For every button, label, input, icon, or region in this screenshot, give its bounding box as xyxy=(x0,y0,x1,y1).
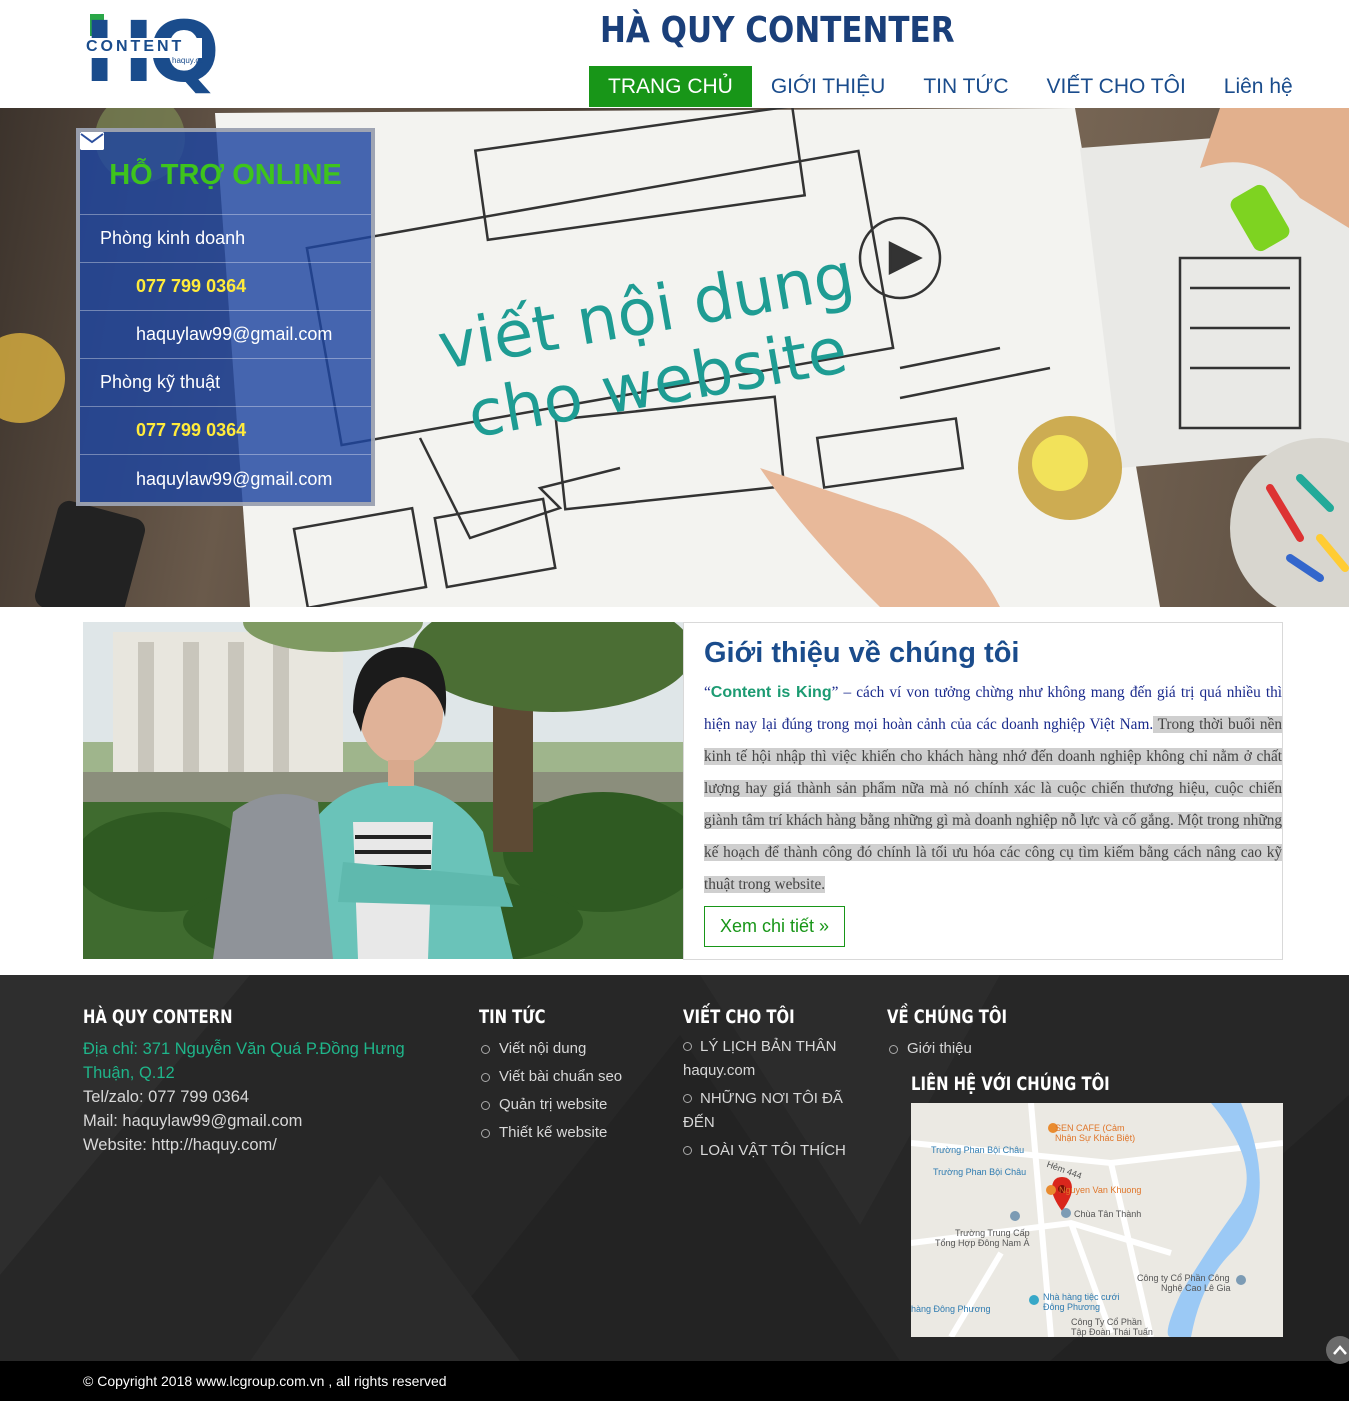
support-email-text: haquylaw99@gmail.com xyxy=(136,324,333,344)
map-label: Trường Phan Bội Châu xyxy=(933,1167,1027,1177)
map-label: Đông Phương xyxy=(1043,1302,1100,1312)
map-label: Chùa Tân Thành xyxy=(1074,1209,1142,1219)
support-phone-tech[interactable]: 077 799 0364 xyxy=(80,134,371,455)
footer-mail: Mail: haquylaw99@gmail.com xyxy=(83,1112,303,1130)
copyright-text: © Copyright 2018 www.lcgroup.com.vn , al… xyxy=(83,1373,447,1389)
support-department-sales: Phòng kinh doanh xyxy=(80,215,371,263)
footer-link[interactable]: LÝ LỊCH BẢN THÂN haquy.com xyxy=(683,1035,863,1083)
bullet-icon xyxy=(683,1094,692,1103)
support-email-tech[interactable]: haquylaw99@gmail.com xyxy=(80,132,371,503)
intro-text: “Content is King” – cách ví von tưởng ch… xyxy=(704,677,1283,901)
footer-write-list: LÝ LỊCH BẢN THÂN haquy.com NHỮNG NƠI TÔI… xyxy=(683,1035,863,1167)
footer-address: Địa chỉ: 371 Nguyễn Văn Quá P.Đồng Hưng … xyxy=(83,1040,405,1082)
support-phone-text: 077 799 0364 xyxy=(136,420,247,440)
read-more-button[interactable]: Xem chi tiết » xyxy=(704,906,845,947)
footer-link-label: Viết bài chuẩn seo xyxy=(499,1068,623,1085)
nav-item-home[interactable]: TRANG CHỦ xyxy=(589,66,752,107)
support-department-tech: Phòng kỹ thuật xyxy=(80,359,371,407)
site-title: HÀ QUY CONTENTER xyxy=(600,10,955,51)
bullet-icon xyxy=(481,1073,490,1082)
support-email-sales[interactable]: haquylaw99@gmail.com xyxy=(80,132,371,359)
bullet-icon xyxy=(481,1045,490,1054)
bullet-icon xyxy=(683,1146,692,1155)
map-label: Tổng Hợp Đông Nam Á xyxy=(935,1238,1030,1248)
intro-card: Giới thiệu về chúng tôi “Content is King… xyxy=(683,622,1283,960)
bullet-icon xyxy=(481,1129,490,1138)
main-nav: TRANG CHỦ GIỚI THIỆU TIN TỨC VIẾT CHO TÔ… xyxy=(589,66,1312,107)
footer-link[interactable]: LOÀI VẬT TÔI THÍCH xyxy=(683,1139,863,1163)
site-footer: HÀ QUY CONTERN Địa chỉ: 371 Nguyễn Văn Q… xyxy=(0,975,1349,1361)
map-label: Nghệ Cao Lê Gia xyxy=(1161,1283,1231,1293)
footer-link[interactable]: Quản trị website xyxy=(479,1091,622,1119)
quote-open: “ xyxy=(704,684,711,701)
footer-heading-brand: HÀ QUY CONTERN xyxy=(83,1006,233,1028)
support-title: HỖ TRỢ ONLINE xyxy=(80,132,371,215)
footer-link[interactable]: NHỮNG NƠI TÔI ĐÃ ĐẾN xyxy=(683,1087,863,1135)
footer-link[interactable]: Viết bài chuẩn seo xyxy=(479,1063,622,1091)
bullet-icon xyxy=(889,1045,898,1054)
footer-link-label: LÝ LỊCH BẢN THÂN haquy.com xyxy=(683,1038,837,1079)
footer-heading-contact: LIÊN HỆ VỚI CHÚNG TÔI xyxy=(911,1073,1110,1095)
footer-link-label: Quản trị website xyxy=(499,1096,608,1113)
bullet-icon xyxy=(683,1042,692,1051)
hero-banner: viết nội dung cho website HỖ TRỢ ONLINE … xyxy=(0,108,1349,607)
location-map[interactable]: SEN CAFE (Cảm Nhận Sự Khác Biệt) Trường … xyxy=(911,1103,1283,1337)
map-label: Nguyen Van Khuong xyxy=(1059,1185,1142,1195)
footer-link[interactable]: Viết nội dung xyxy=(479,1035,622,1063)
support-email-text: haquylaw99@gmail.com xyxy=(136,468,333,489)
footer-heading-news: TIN TỨC xyxy=(479,1006,546,1028)
footer-heading-about: VỀ CHÚNG TÔI xyxy=(887,1006,1008,1028)
map-label: Nhà hàng tiệc cưới xyxy=(1043,1292,1120,1302)
logo-word: CONTENT xyxy=(86,38,185,55)
intro-title: Giới thiệu về chúng tôi xyxy=(704,637,1020,669)
footer-tel: Tel/zalo: 077 799 0364 xyxy=(83,1088,250,1106)
intro-text-highlight: Trong thời buổi nền kinh tế hội nhập thì… xyxy=(704,716,1283,893)
scroll-to-top-button[interactable] xyxy=(1326,1336,1349,1364)
footer-link-label: NHỮNG NƠI TÔI ĐÃ ĐẾN xyxy=(683,1090,843,1131)
support-phone-sales[interactable]: 077 799 0364 xyxy=(80,134,371,311)
nav-item-news[interactable]: TIN TỨC xyxy=(904,66,1027,107)
support-phone-text: 077 799 0364 xyxy=(136,276,247,296)
footer-about-list: Giới thiệu xyxy=(887,1035,972,1063)
map-label: hàng Đông Phương xyxy=(911,1304,991,1314)
map-label: Công ty Cổ Phần Công xyxy=(1137,1273,1230,1283)
map-label: Trường Trung Cấp xyxy=(955,1228,1030,1238)
map-label: SEN CAFE (Cảm xyxy=(1055,1123,1125,1133)
map-label: Tập Đoàn Thái Tuấn xyxy=(1071,1327,1153,1337)
chevron-up-icon xyxy=(1333,1345,1347,1355)
footer-link-label: LOÀI VẬT TÔI THÍCH xyxy=(700,1142,846,1159)
footer-news-list: Viết nội dung Viết bài chuẩn seo Quản tr… xyxy=(479,1035,622,1147)
online-support-panel: HỖ TRỢ ONLINE Phòng kinh doanh 077 799 0… xyxy=(76,128,375,506)
footer-link[interactable]: Giới thiệu xyxy=(887,1035,972,1063)
intro-king: Content is King xyxy=(710,684,832,701)
site-header: HQ CONTENT haquy.com HÀ QUY CONTENTER TR… xyxy=(0,0,1349,108)
logo-sub: haquy.com xyxy=(172,56,211,65)
footer-link[interactable]: Thiết kế website xyxy=(479,1119,622,1147)
nav-item-about[interactable]: GIỚI THIỆU xyxy=(752,66,904,107)
nav-item-contact[interactable]: Liên hệ xyxy=(1205,66,1312,107)
nav-item-write-for-me[interactable]: VIẾT CHO TÔI xyxy=(1028,66,1205,107)
footer-heading-write: VIẾT CHO TÔI xyxy=(683,1006,795,1028)
footer-link-label: Thiết kế website xyxy=(499,1124,608,1141)
footer-link-label: Viết nội dung xyxy=(499,1040,587,1057)
copyright-bar: © Copyright 2018 www.lcgroup.com.vn , al… xyxy=(0,1361,1349,1401)
footer-website: Website: http://haquy.com/ xyxy=(83,1136,277,1154)
footer-link-label: Giới thiệu xyxy=(907,1040,972,1057)
map-label: Nhận Sự Khác Biệt) xyxy=(1055,1133,1136,1143)
intro-photo xyxy=(83,622,683,959)
bullet-icon xyxy=(481,1101,490,1110)
map-label: Công Ty Cổ Phần xyxy=(1071,1317,1142,1327)
map-label: Trường Phan Bội Châu xyxy=(931,1145,1025,1155)
site-logo[interactable]: HQ CONTENT haquy.com xyxy=(84,10,220,94)
